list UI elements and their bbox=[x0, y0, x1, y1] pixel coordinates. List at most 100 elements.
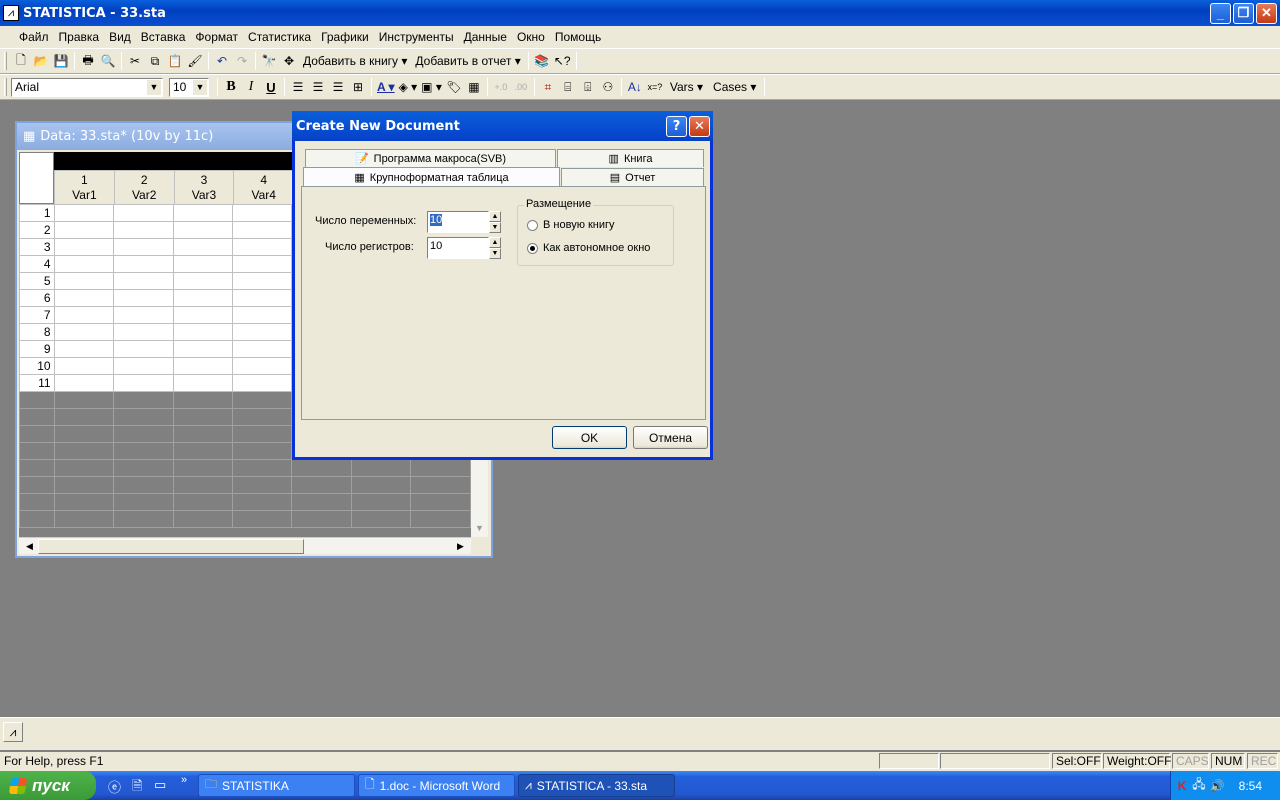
menu-graphs[interactable]: Графики bbox=[316, 30, 374, 44]
chevron-down-icon[interactable]: ▼ bbox=[147, 79, 161, 95]
data-cell[interactable] bbox=[53, 374, 115, 392]
tab-report[interactable]: ▤ Отчет bbox=[561, 168, 704, 186]
data-cell[interactable] bbox=[172, 442, 234, 460]
find-icon[interactable]: 🔭 bbox=[259, 51, 279, 71]
font-color-icon[interactable]: A ▾ bbox=[375, 77, 397, 97]
increase-decimal-icon[interactable]: +.0 bbox=[491, 77, 511, 97]
add-to-book-button[interactable]: Добавить в книгу ▾ bbox=[299, 51, 411, 71]
cases-icon[interactable]: ⌗ bbox=[538, 77, 558, 97]
close-button[interactable]: ✕ bbox=[1256, 2, 1277, 24]
data-cell[interactable] bbox=[350, 476, 412, 494]
data-cell[interactable] bbox=[53, 510, 115, 528]
data-cell[interactable] bbox=[172, 306, 234, 324]
column-header[interactable]: 1 Var1 bbox=[54, 170, 115, 205]
data-cell[interactable] bbox=[231, 306, 293, 324]
document-icon[interactable]: 🗎 bbox=[132, 777, 142, 799]
compute-icon[interactable]: x=? bbox=[645, 77, 665, 97]
data-cell[interactable] bbox=[172, 289, 234, 307]
data-cell[interactable] bbox=[113, 493, 174, 511]
merge-cells-icon[interactable]: ⊞ bbox=[348, 77, 368, 97]
data-cell[interactable] bbox=[113, 340, 174, 358]
data-cell[interactable] bbox=[53, 357, 115, 375]
paste-icon[interactable]: 📋 bbox=[165, 51, 185, 71]
data-cell[interactable] bbox=[231, 425, 293, 443]
print-icon[interactable]: 🖶 bbox=[78, 51, 98, 71]
data-cell[interactable] bbox=[113, 374, 174, 392]
num-cases-spinner[interactable]: ▲ ▼ bbox=[489, 237, 501, 259]
network-icon[interactable]: 🖧 bbox=[1192, 775, 1205, 796]
data-cell[interactable] bbox=[231, 391, 293, 409]
row-header[interactable]: 3 bbox=[19, 238, 55, 256]
scroll-left-icon[interactable]: ◀ bbox=[21, 539, 38, 554]
save-icon[interactable]: 💾 bbox=[51, 51, 71, 71]
spin-up-icon[interactable]: ▲ bbox=[489, 211, 501, 222]
restore-button[interactable]: ❐ bbox=[1233, 2, 1254, 24]
data-cell[interactable] bbox=[291, 493, 352, 511]
data-cell[interactable] bbox=[410, 493, 471, 511]
variables-specs-icon[interactable]: ⌸ bbox=[558, 77, 578, 97]
data-cell[interactable] bbox=[53, 272, 115, 290]
data-cell[interactable] bbox=[231, 459, 293, 477]
data-cell[interactable] bbox=[231, 408, 293, 426]
data-cell[interactable] bbox=[172, 255, 234, 273]
replace-icon[interactable]: ✥ bbox=[279, 51, 299, 71]
row-header[interactable] bbox=[19, 493, 55, 511]
data-cell[interactable] bbox=[113, 357, 174, 375]
data-cell[interactable] bbox=[113, 255, 174, 273]
data-cell[interactable] bbox=[172, 391, 234, 409]
row-header[interactable]: 10 bbox=[19, 357, 55, 375]
cases-button[interactable]: Cases ▾ bbox=[708, 77, 761, 97]
data-cell[interactable] bbox=[410, 459, 471, 477]
data-cell[interactable] bbox=[231, 255, 293, 273]
undo-icon[interactable]: ↶ bbox=[212, 51, 232, 71]
data-cell[interactable] bbox=[172, 425, 234, 443]
data-cell[interactable] bbox=[291, 510, 352, 528]
row-header[interactable] bbox=[19, 476, 55, 494]
data-cell[interactable] bbox=[172, 408, 234, 426]
scroll-thumb[interactable] bbox=[38, 539, 304, 554]
data-cell[interactable] bbox=[350, 493, 412, 511]
data-cell[interactable] bbox=[53, 323, 115, 341]
data-cell[interactable] bbox=[291, 476, 352, 494]
menu-tools[interactable]: Инструменты bbox=[374, 30, 459, 44]
data-cell[interactable] bbox=[172, 374, 234, 392]
data-cell[interactable] bbox=[113, 204, 174, 222]
row-header[interactable] bbox=[19, 408, 55, 426]
data-cell[interactable] bbox=[113, 323, 174, 341]
row-header[interactable]: 11 bbox=[19, 374, 55, 392]
data-cell[interactable] bbox=[113, 442, 174, 460]
vars-button[interactable]: Vars ▾ bbox=[665, 77, 708, 97]
spin-down-icon[interactable]: ▼ bbox=[489, 248, 501, 259]
data-cell[interactable] bbox=[53, 493, 115, 511]
tab-book[interactable]: ▥ Книга bbox=[557, 149, 704, 167]
row-header[interactable]: 6 bbox=[19, 289, 55, 307]
data-cell[interactable] bbox=[410, 510, 471, 528]
border-icon[interactable]: ▣ ▾ bbox=[419, 77, 444, 97]
all-specs-icon[interactable]: ⌹ bbox=[578, 77, 598, 97]
task-statistica[interactable]: ⩘ STATISTICA - 33.sta bbox=[518, 774, 675, 797]
data-cell[interactable] bbox=[172, 221, 234, 239]
copy-icon[interactable]: ⧉ bbox=[145, 51, 165, 71]
data-cell[interactable] bbox=[53, 340, 115, 358]
spin-up-icon[interactable]: ▲ bbox=[489, 237, 501, 248]
data-cell[interactable] bbox=[113, 425, 174, 443]
data-cell[interactable] bbox=[291, 459, 352, 477]
desktop-icon[interactable]: ▭ bbox=[154, 777, 166, 793]
data-cell[interactable] bbox=[53, 289, 115, 307]
menu-file[interactable]: Файл bbox=[14, 30, 54, 44]
chevron-down-icon[interactable]: ▼ bbox=[193, 79, 207, 95]
data-cell[interactable] bbox=[53, 221, 115, 239]
data-cell[interactable] bbox=[231, 374, 293, 392]
row-header[interactable]: 1 bbox=[19, 204, 55, 222]
num-cases-input[interactable]: 10 bbox=[427, 237, 489, 259]
ie-icon[interactable]: ⓔ bbox=[108, 777, 121, 796]
menu-window[interactable]: Окно bbox=[512, 30, 550, 44]
data-cell[interactable] bbox=[53, 391, 115, 409]
task-statistika[interactable]: 🗀 STATISTIKA bbox=[198, 774, 355, 797]
grid-corner[interactable] bbox=[19, 152, 54, 204]
menu-statistics[interactable]: Статистика bbox=[243, 30, 316, 44]
font-name-combo[interactable]: Arial ▼ bbox=[11, 77, 163, 97]
chevron-right-icon[interactable]: » bbox=[181, 774, 187, 786]
align-center-icon[interactable]: ☰ bbox=[308, 77, 328, 97]
data-cell[interactable] bbox=[172, 272, 234, 290]
